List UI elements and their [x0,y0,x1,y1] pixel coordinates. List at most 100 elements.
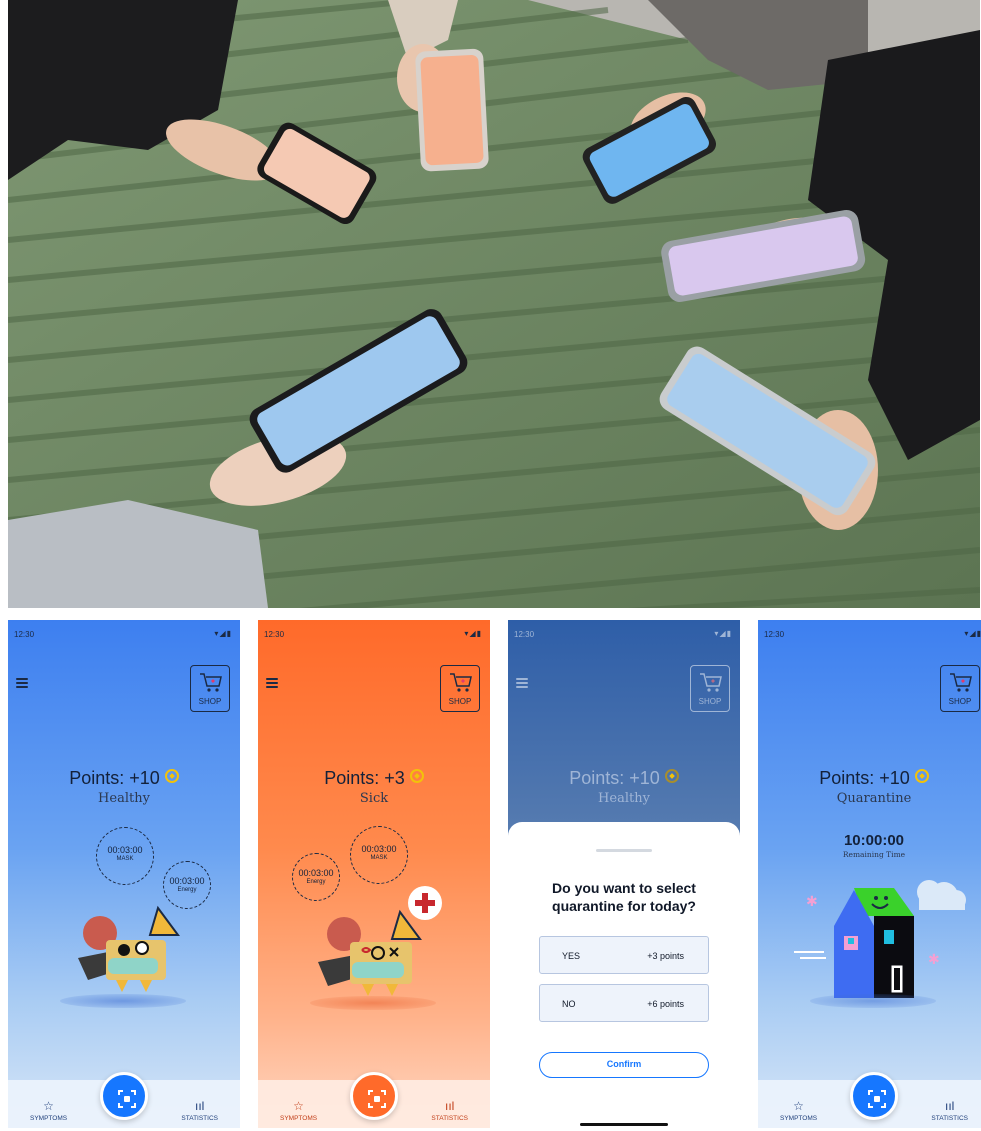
shop-label: SHOP [948,697,972,706]
tab-symptoms-label: SYMPTOMS [280,1115,318,1122]
points-display: Points: +10 [758,768,981,789]
star-icon: ☆ [293,1099,304,1113]
timer-label: MASK [370,855,388,861]
confirm-button[interactable]: Confirm [539,1052,709,1078]
remaining-time-value: 10:00:00 [843,832,905,849]
option-yes[interactable]: YES +3 points [539,936,709,974]
screen-quarantine: 12:30 ▾◢▮ SHOP Points: +10 Quarantine 10… [758,620,981,1128]
remaining-time-label: Remaining Time [842,850,906,859]
cart-icon [950,673,972,692]
option-value: +3 points [647,951,684,961]
tab-statistics[interactable]: ııl STATISTICS [931,1099,968,1122]
character-healthy-illustration [78,905,180,992]
scan-button[interactable] [350,1072,398,1120]
coin-icon [409,769,424,783]
tab-symptoms-label: SYMPTOMS [780,1115,818,1122]
quarantine-bottom-sheet: Do you want to select quarantine for tod… [508,822,740,1128]
tab-statistics-label: STATISTICS [431,1115,468,1122]
health-state: Healthy [598,791,650,806]
star-icon: ☆ [793,1099,804,1113]
house-shadow [810,994,936,1008]
bar-chart-icon: ııl [445,1099,455,1113]
timer-label: MASK [116,856,134,862]
option-no[interactable]: NO +6 points [539,984,709,1022]
status-time: 12:30 [264,630,285,639]
points-display: Points: +3 [258,768,490,789]
shop-label: SHOP [198,697,222,706]
timer-label: Energy [306,879,326,885]
cart-icon [700,673,722,692]
remaining-time: 10:00:00 Remaining Time [758,832,981,859]
shop-label: SHOP [698,697,722,706]
tab-statistics-label: STATISTICS [181,1115,218,1122]
status-time: 12:30 [764,630,785,639]
character-shadow [310,996,436,1010]
timer-mask: 00:03:00 MASK [350,826,408,884]
tab-symptoms[interactable]: ☆ SYMPTOMS [780,1099,817,1122]
bar-chart-icon: ııl [945,1099,955,1113]
home-indicator [580,1123,668,1126]
character-shadow [60,994,186,1008]
screen-sick: 12:30 ▾◢▮ SHOP Points: +3 Sick 00:03:00 … [258,620,490,1128]
health-state: Quarantine [836,791,912,806]
menu-icon[interactable] [16,678,28,688]
points-label: Points: +3 [324,768,405,788]
sheet-grabber[interactable] [596,849,652,852]
timer-energy: 00:03:00 Energy [292,853,340,901]
status-icons: ▾◢▮ [214,629,232,638]
scan-icon [368,1090,386,1108]
tab-symptoms[interactable]: ☆ SYMPTOMS [280,1099,317,1122]
points-label: Points: +10 [569,768,660,788]
status-icons: ▾◢▮ [714,629,732,638]
svg-text:✱: ✱ [806,894,818,910]
menu-icon[interactable] [266,678,278,688]
screen-healthy: 12:30 ▾◢▮ SHOP Points: +10 Healthy 00:03… [8,620,240,1128]
tab-symptoms-label: SYMPTOMS [30,1115,68,1122]
timer-time: 00:03:00 [107,845,143,855]
scan-icon [868,1090,886,1108]
status-icons: ▾◢▮ [964,629,981,638]
shop-button[interactable]: SHOP [190,665,230,712]
scan-button[interactable] [100,1072,148,1120]
points-display: Points: +10 [8,768,240,789]
timer-time: 00:03:00 [298,868,334,878]
group-photo [8,0,980,608]
svg-text:✱: ✱ [928,952,940,968]
shop-button[interactable]: SHOP [440,665,480,712]
health-state: Sick [359,791,389,806]
shop-button: SHOP [690,665,730,712]
coin-icon [664,769,679,783]
option-value: +6 points [647,999,684,1009]
status-time: 12:30 [14,630,35,639]
status-icons: ▾◢▮ [464,629,482,638]
tab-statistics-label: STATISTICS [931,1115,968,1122]
option-key: NO [562,999,576,1009]
timer-mask: 00:03:00 MASK [96,827,154,885]
points-display: Points: +10 [508,768,740,789]
scan-button[interactable] [850,1072,898,1120]
character-sick-illustration [318,909,422,996]
status-time: 12:30 [514,630,535,639]
bar-chart-icon: ııl [195,1099,205,1113]
shop-button[interactable]: SHOP [940,665,980,712]
scan-icon [118,1090,136,1108]
tab-statistics[interactable]: ııl STATISTICS [431,1099,468,1122]
dialog-question: Do you want to select quarantine for tod… [552,880,696,914]
tab-statistics[interactable]: ııl STATISTICS [181,1099,218,1122]
star-icon: ☆ [43,1099,54,1113]
timer-time: 00:03:00 [169,876,205,886]
coin-icon [164,769,179,783]
cart-icon [200,673,222,692]
option-key: YES [562,951,581,961]
shop-label: SHOP [448,697,472,706]
timer-time: 00:03:00 [361,844,397,854]
menu-icon [516,678,528,688]
timer-label: Energy [177,887,197,893]
points-label: Points: +10 [819,768,910,788]
points-label: Points: +10 [69,768,160,788]
health-state: Healthy [98,791,150,806]
tab-symptoms[interactable]: ☆ SYMPTOMS [30,1099,67,1122]
screen-quarantine-dialog: 12:30 ▾◢▮ SHOP Points: +10 Healthy Do yo… [508,620,740,1128]
cart-icon [450,673,472,692]
coin-icon [914,769,929,783]
